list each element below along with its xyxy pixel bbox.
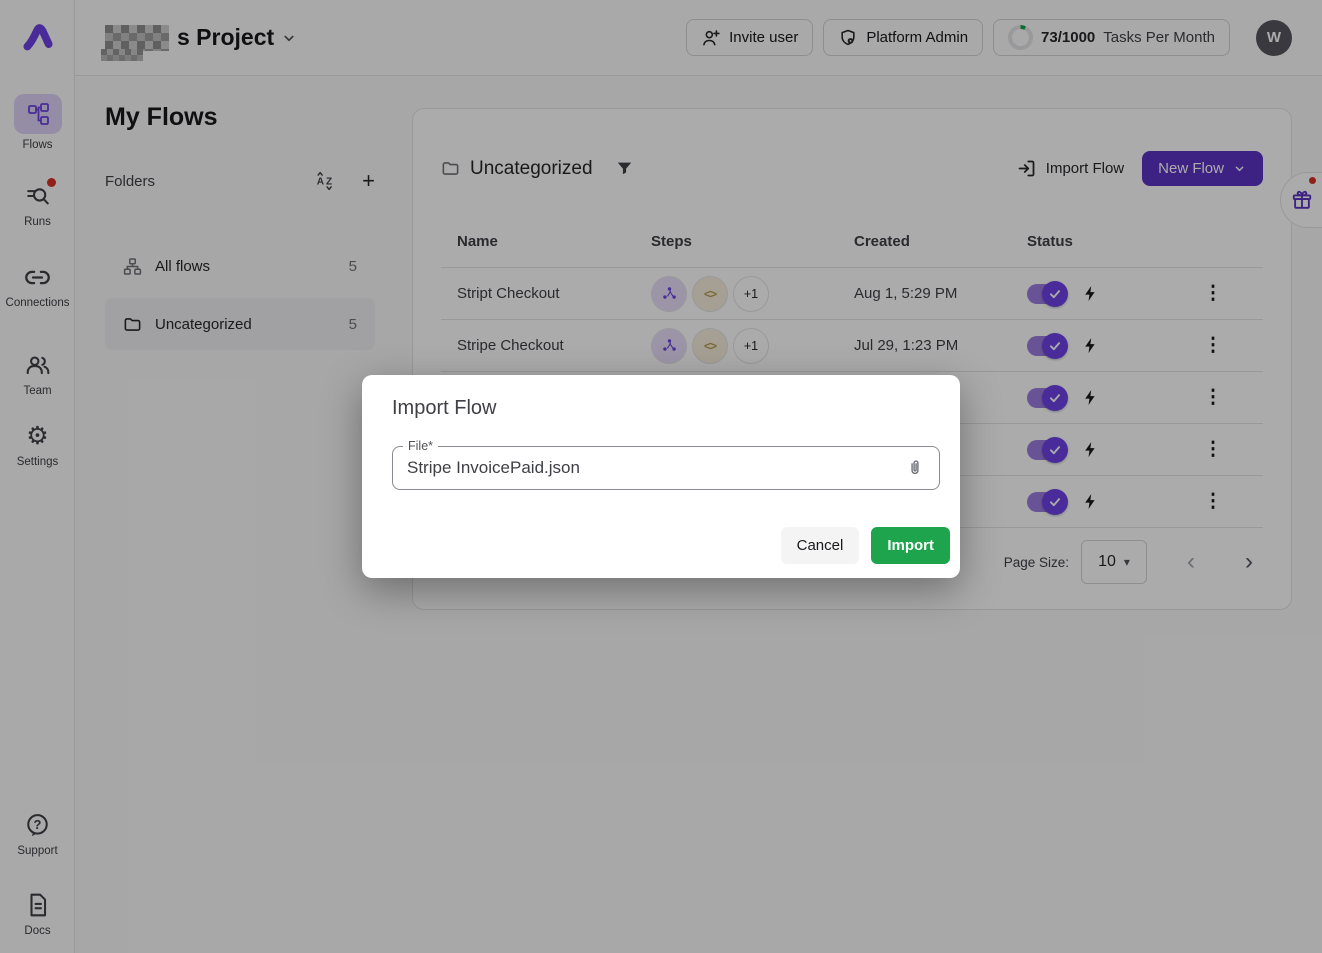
- file-field-value: Stripe InvoicePaid.json: [407, 458, 905, 478]
- cancel-button[interactable]: Cancel: [781, 527, 860, 564]
- modal-title: Import Flow: [392, 397, 930, 420]
- import-flow-modal: Import Flow File* Stripe InvoicePaid.jso…: [362, 375, 960, 578]
- paperclip-icon[interactable]: [905, 458, 925, 478]
- file-input[interactable]: File* Stripe InvoicePaid.json: [392, 446, 940, 490]
- import-button[interactable]: Import: [871, 527, 950, 564]
- file-field-label: File*: [403, 439, 438, 453]
